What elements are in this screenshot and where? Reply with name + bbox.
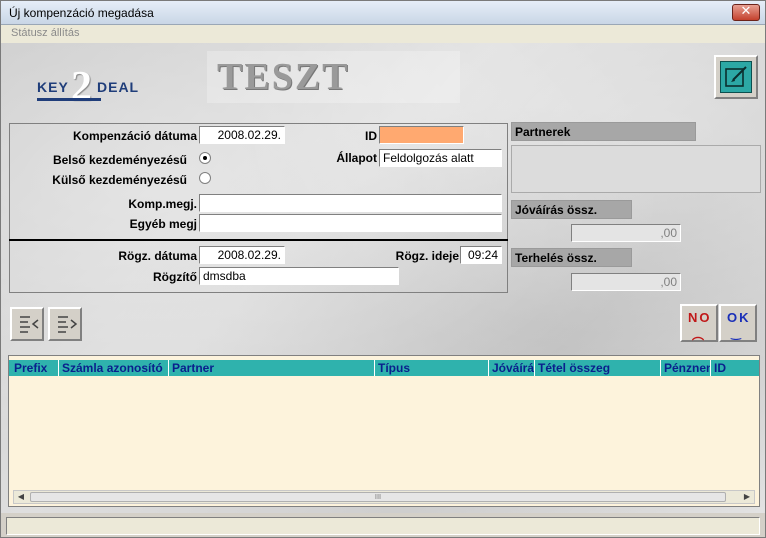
terheles-field: ,00	[571, 273, 681, 291]
rogzito-field[interactable]: dmsdba	[199, 267, 399, 285]
no-button[interactable]: NO ︵	[680, 304, 718, 342]
col-szamla-azonosito[interactable]: Számla azonosító	[59, 360, 169, 376]
grid-header: Prefix Számla azonosító Partner Típus Jó…	[9, 360, 759, 376]
key2deal-logo: KEY 2 DEAL	[37, 64, 167, 111]
banner: TESZT	[207, 51, 460, 103]
komp-datum-field[interactable]: 2008.02.29.	[199, 126, 285, 144]
sad-face-icon: ︵	[692, 328, 705, 342]
menu-bar: Státusz állítás	[1, 25, 765, 43]
col-tetel-osszeg[interactable]: Tétel összeg	[535, 360, 661, 376]
egyeb-megj-label: Egyéb megj	[129, 217, 197, 231]
col-penznem[interactable]: Pénznem	[661, 360, 711, 376]
belso-radio[interactable]	[199, 152, 211, 164]
add-rows-button[interactable]	[48, 307, 82, 341]
scroll-left-icon[interactable]: ◀	[14, 491, 28, 503]
terheles-label: Terhelés össz.	[511, 248, 632, 267]
col-prefix[interactable]: Prefix	[11, 360, 59, 376]
id-field[interactable]	[379, 126, 464, 144]
close-button[interactable]: ✕	[732, 4, 760, 21]
allapot-field[interactable]: Feldolgozás alatt	[379, 149, 502, 167]
content-area: KEY 2 DEAL TESZT Kompenzáció dátuma 2008…	[1, 43, 765, 513]
egyeb-megj-field[interactable]	[199, 214, 502, 232]
partnerek-list[interactable]	[511, 145, 761, 193]
col-id[interactable]: ID	[711, 360, 759, 376]
col-tipus[interactable]: Típus	[375, 360, 489, 376]
id-label: ID	[365, 129, 377, 143]
rogz-datum-field[interactable]: 2008.02.29.	[199, 246, 285, 264]
logo-key-text: KEY	[37, 79, 69, 95]
scroll-thumb[interactable]: III	[30, 492, 726, 502]
kulso-label: Külső kezdeményezésű	[52, 173, 187, 187]
banner-text: TESZT	[217, 56, 350, 98]
edit-icon	[720, 61, 752, 93]
horizontal-scrollbar[interactable]: ◀ III ▶	[13, 490, 755, 504]
col-partner[interactable]: Partner	[169, 360, 375, 376]
komp-datum-label: Kompenzáció dátuma	[72, 129, 197, 143]
window: Új kompenzáció megadása ✕ Státusz állítá…	[0, 0, 766, 538]
happy-face-icon: ‿	[731, 326, 741, 340]
komp-megj-label: Komp.megj.	[128, 197, 197, 211]
rogz-ideje-label: Rögz. ideje	[395, 249, 459, 263]
no-label: NO	[688, 310, 712, 325]
belso-label: Belső kezdeményezésű	[52, 153, 187, 167]
items-grid[interactable]: Prefix Számla azonosító Partner Típus Jó…	[8, 355, 760, 507]
remove-rows-button[interactable]	[10, 307, 44, 341]
remove-rows-icon	[20, 316, 39, 333]
logo-deal-text: DEAL	[97, 79, 140, 95]
title-bar: Új kompenzáció megadása ✕	[1, 1, 765, 25]
joviras-field: ,00	[571, 224, 681, 242]
status-bar	[6, 517, 760, 535]
joviras-label: Jóváírás össz.	[511, 200, 632, 219]
edit-button[interactable]	[714, 55, 758, 99]
komp-megj-field[interactable]	[199, 194, 502, 212]
rogzito-label: Rögzítő	[153, 270, 197, 284]
form-separator	[9, 239, 508, 241]
allapot-label: Állapot	[336, 151, 377, 165]
window-title: Új kompenzáció megadása	[9, 6, 154, 20]
add-rows-icon	[58, 316, 78, 333]
ok-button[interactable]: OK ‿	[719, 304, 757, 342]
menu-item-status[interactable]: Státusz állítás	[11, 27, 79, 39]
logo-two-text: 2	[71, 64, 92, 110]
rogz-ideje-field[interactable]: 09:24	[460, 246, 502, 264]
partnerek-header: Partnerek	[511, 122, 696, 141]
rogz-datum-label: Rögz. dátuma	[118, 249, 197, 263]
col-joviras[interactable]: Jóváírás	[489, 360, 535, 376]
scroll-right-icon[interactable]: ▶	[740, 491, 754, 503]
logo-bar	[37, 98, 101, 101]
ok-label: OK	[727, 310, 751, 325]
kulso-radio[interactable]	[199, 172, 211, 184]
